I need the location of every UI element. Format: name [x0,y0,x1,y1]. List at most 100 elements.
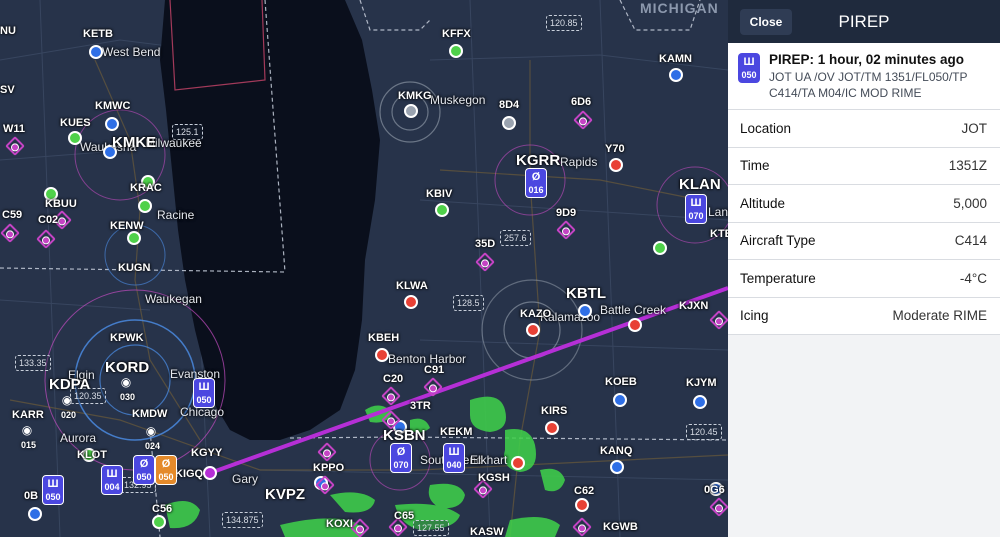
airport-label: KFFX [442,28,471,40]
airport-dot[interactable] [127,231,141,245]
airport-label: C56 [152,503,173,515]
airport-label: KUGN [118,262,151,274]
airport-label: KSBN [383,427,426,444]
route-endpoint[interactable] [203,466,217,480]
city-label: Rapids [560,155,598,169]
detail-row-aircraft-type: Aircraft Type C414 [728,222,1000,260]
airport-dot[interactable] [435,203,449,217]
eye-icon: ◉ [145,424,157,438]
airport-label: KIGQ [175,468,204,480]
detail-row-altitude: Altitude 5,000 [728,185,1000,223]
state-label: MICHIGAN [640,0,719,16]
airport-label: KOEB [605,376,637,388]
detail-row-icing: Icing Moderate RIME [728,297,1000,335]
airport-label: KBUU [45,198,77,210]
turbulence-icon: Ø [139,458,149,470]
pirep-marker[interactable]: Ø 050 [133,455,155,485]
airport-dot[interactable] [68,131,82,145]
pirep-summary: Ш 050 PIREP: 1 hour, 02 minutes ago JOT … [728,43,1000,110]
pirep-marker[interactable]: Ø 016 [525,168,547,198]
city-label: Lansing [708,205,728,219]
airport-label: KJXN [679,300,709,312]
eye-icon: ◉ [21,423,33,437]
airport-label: KARR [12,409,44,421]
visibility-label: 020 [61,410,77,420]
airport-dot[interactable] [105,117,119,131]
airport-dot[interactable] [28,507,42,521]
panel-title: PIREP [838,12,890,31]
airport-dot[interactable] [653,241,667,255]
icing-icon: Ш [448,446,460,458]
airport-label: W11 [3,123,26,135]
pirep-marker[interactable]: Ø 050 [155,455,177,485]
airport-label: C91 [424,364,445,376]
airport-dot[interactable] [449,44,463,58]
freq-box: 257.6 [500,230,531,246]
map-view[interactable]: 120.85 125.1 257.6 128.5 133.35 120.35 1… [0,0,728,537]
airport-label: KUES [60,117,91,129]
airport-label: 35D [475,238,496,250]
airport-label: KLAN [679,176,721,193]
icing-icon: Ш [198,381,210,393]
airport-dot[interactable] [613,393,627,407]
airport-dot[interactable] [511,456,525,470]
airport-dot[interactable] [502,116,516,130]
pirep-panel: Close PIREP Ш 050 PIREP: 1 hour, 02 minu… [728,0,1000,537]
detail-row-location: Location JOT [728,110,1000,148]
pirep-marker[interactable]: Ш 050 [193,378,215,408]
airport-label: C65 [394,510,415,522]
pirep-marker[interactable]: Ø 070 [390,443,412,473]
airport-dot[interactable] [578,304,592,318]
airport-label: 0B [24,490,39,502]
city-label: Racine [157,208,195,222]
airport-dot[interactable] [575,498,589,512]
freq-box: 134.875 [222,512,263,528]
airport-label: KASW [470,526,504,537]
airport-dot[interactable] [89,45,103,59]
airport-dot[interactable] [375,348,389,362]
airport-label: 0G6 [704,484,725,496]
airport-label: Y70 [605,143,625,155]
pirep-marker[interactable]: Ш 070 [685,194,707,224]
airport-dot[interactable] [693,395,707,409]
freq-box: 133.35 [15,355,51,371]
city-label: Waukegan [145,292,202,306]
airport-dot[interactable] [404,104,418,118]
airport-label: KBEH [368,332,400,344]
visibility-label: 030 [120,392,136,402]
city-label: Elkhart [470,453,508,467]
airport-label: KJYM [686,377,717,389]
airport-dot[interactable] [404,295,418,309]
icing-icon: Ш [690,197,702,209]
airport-label: KRAC [130,182,162,194]
airport-label: C20 [383,373,404,385]
airport-label: KAMN [659,53,692,65]
airport-dot[interactable] [545,421,559,435]
airport-label: KGRR [516,152,561,169]
visibility-label: 015 [21,440,37,450]
pirep-marker[interactable]: Ш 040 [443,443,465,473]
city-label: Muskegon [430,93,486,107]
airport-dot[interactable] [628,318,642,332]
airport-label: KOXI [326,518,353,530]
airport-dot[interactable] [152,515,166,529]
airport-dot[interactable] [669,68,683,82]
airport-label: KPPO [313,462,345,474]
airport-dot[interactable] [526,323,540,337]
airport-dot[interactable] [138,199,152,213]
airport-dot[interactable] [610,460,624,474]
freq-box: 127.55 [413,520,449,536]
eye-icon: ◉ [120,375,132,389]
panel-header: Close PIREP [728,0,1000,43]
pirep-marker[interactable]: Ш 004 [101,465,123,495]
city-label: West Bend [102,45,161,59]
pirep-marker[interactable]: Ш 050 [42,475,64,505]
airport-label: KLOT [77,449,107,461]
airport-label: KBIV [426,188,453,200]
airport-label: KGYY [191,447,223,459]
airport-label: 6D6 [571,96,592,108]
airport-dot[interactable] [609,158,623,172]
turbulence-icon: Ø [161,458,171,470]
freq-box: 120.45 [686,424,722,440]
airport-label: KTEW [710,228,728,240]
